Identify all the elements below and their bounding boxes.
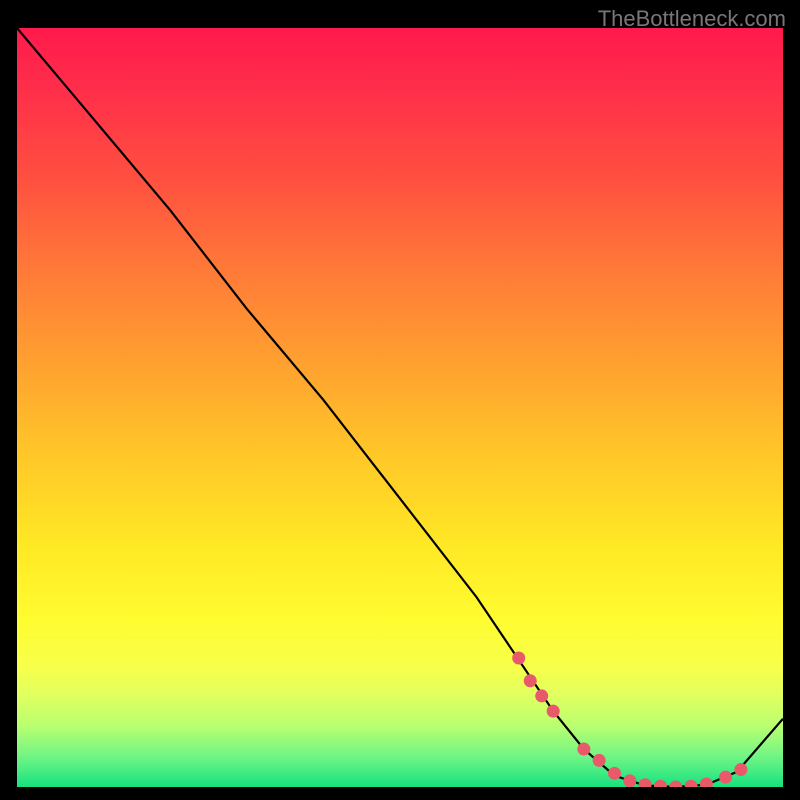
- attribution-text: TheBottleneck.com: [598, 6, 786, 32]
- chart-background: [17, 28, 783, 787]
